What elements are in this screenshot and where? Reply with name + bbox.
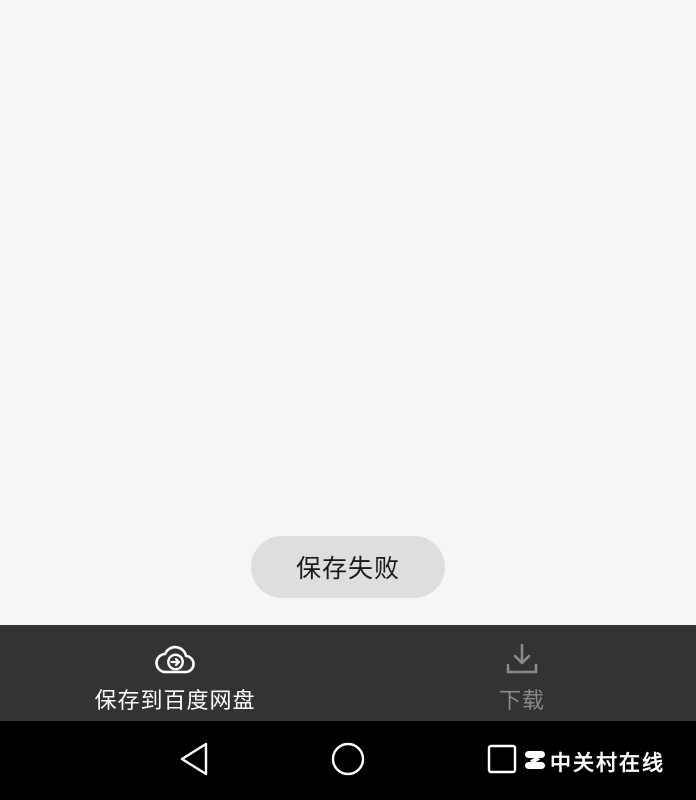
zol-logo-icon xyxy=(524,749,546,775)
toast-text: 保存失败 xyxy=(295,554,400,583)
download-icon xyxy=(501,639,543,679)
home-circle-icon xyxy=(330,741,366,781)
image-preview-area xyxy=(0,0,696,625)
cloud-upload-icon xyxy=(154,639,196,679)
save-to-baidu-pan-label: 保存到百度网盘 xyxy=(94,689,256,714)
back-triangle-icon xyxy=(178,741,210,781)
bottom-action-bar: 保存到百度网盘 下载 xyxy=(0,625,696,721)
toast-message: 保存失败 xyxy=(251,536,445,598)
recent-square-icon xyxy=(486,743,518,779)
nav-recent-button[interactable] xyxy=(482,741,522,781)
zol-watermark: 中关村在线 xyxy=(524,748,665,776)
nav-home-button[interactable] xyxy=(328,741,368,781)
zol-watermark-text: 中关村在线 xyxy=(550,751,665,775)
save-to-baidu-pan-button[interactable]: 保存到百度网盘 xyxy=(60,625,290,721)
screen: 保存失败 保存到百度网盘 下载 中关村在线 xyxy=(0,0,696,800)
download-button[interactable]: 下载 xyxy=(462,625,582,721)
download-label: 下载 xyxy=(498,689,545,714)
nav-back-button[interactable] xyxy=(174,741,214,781)
system-navigation-bar: 中关村在线 xyxy=(0,721,696,800)
